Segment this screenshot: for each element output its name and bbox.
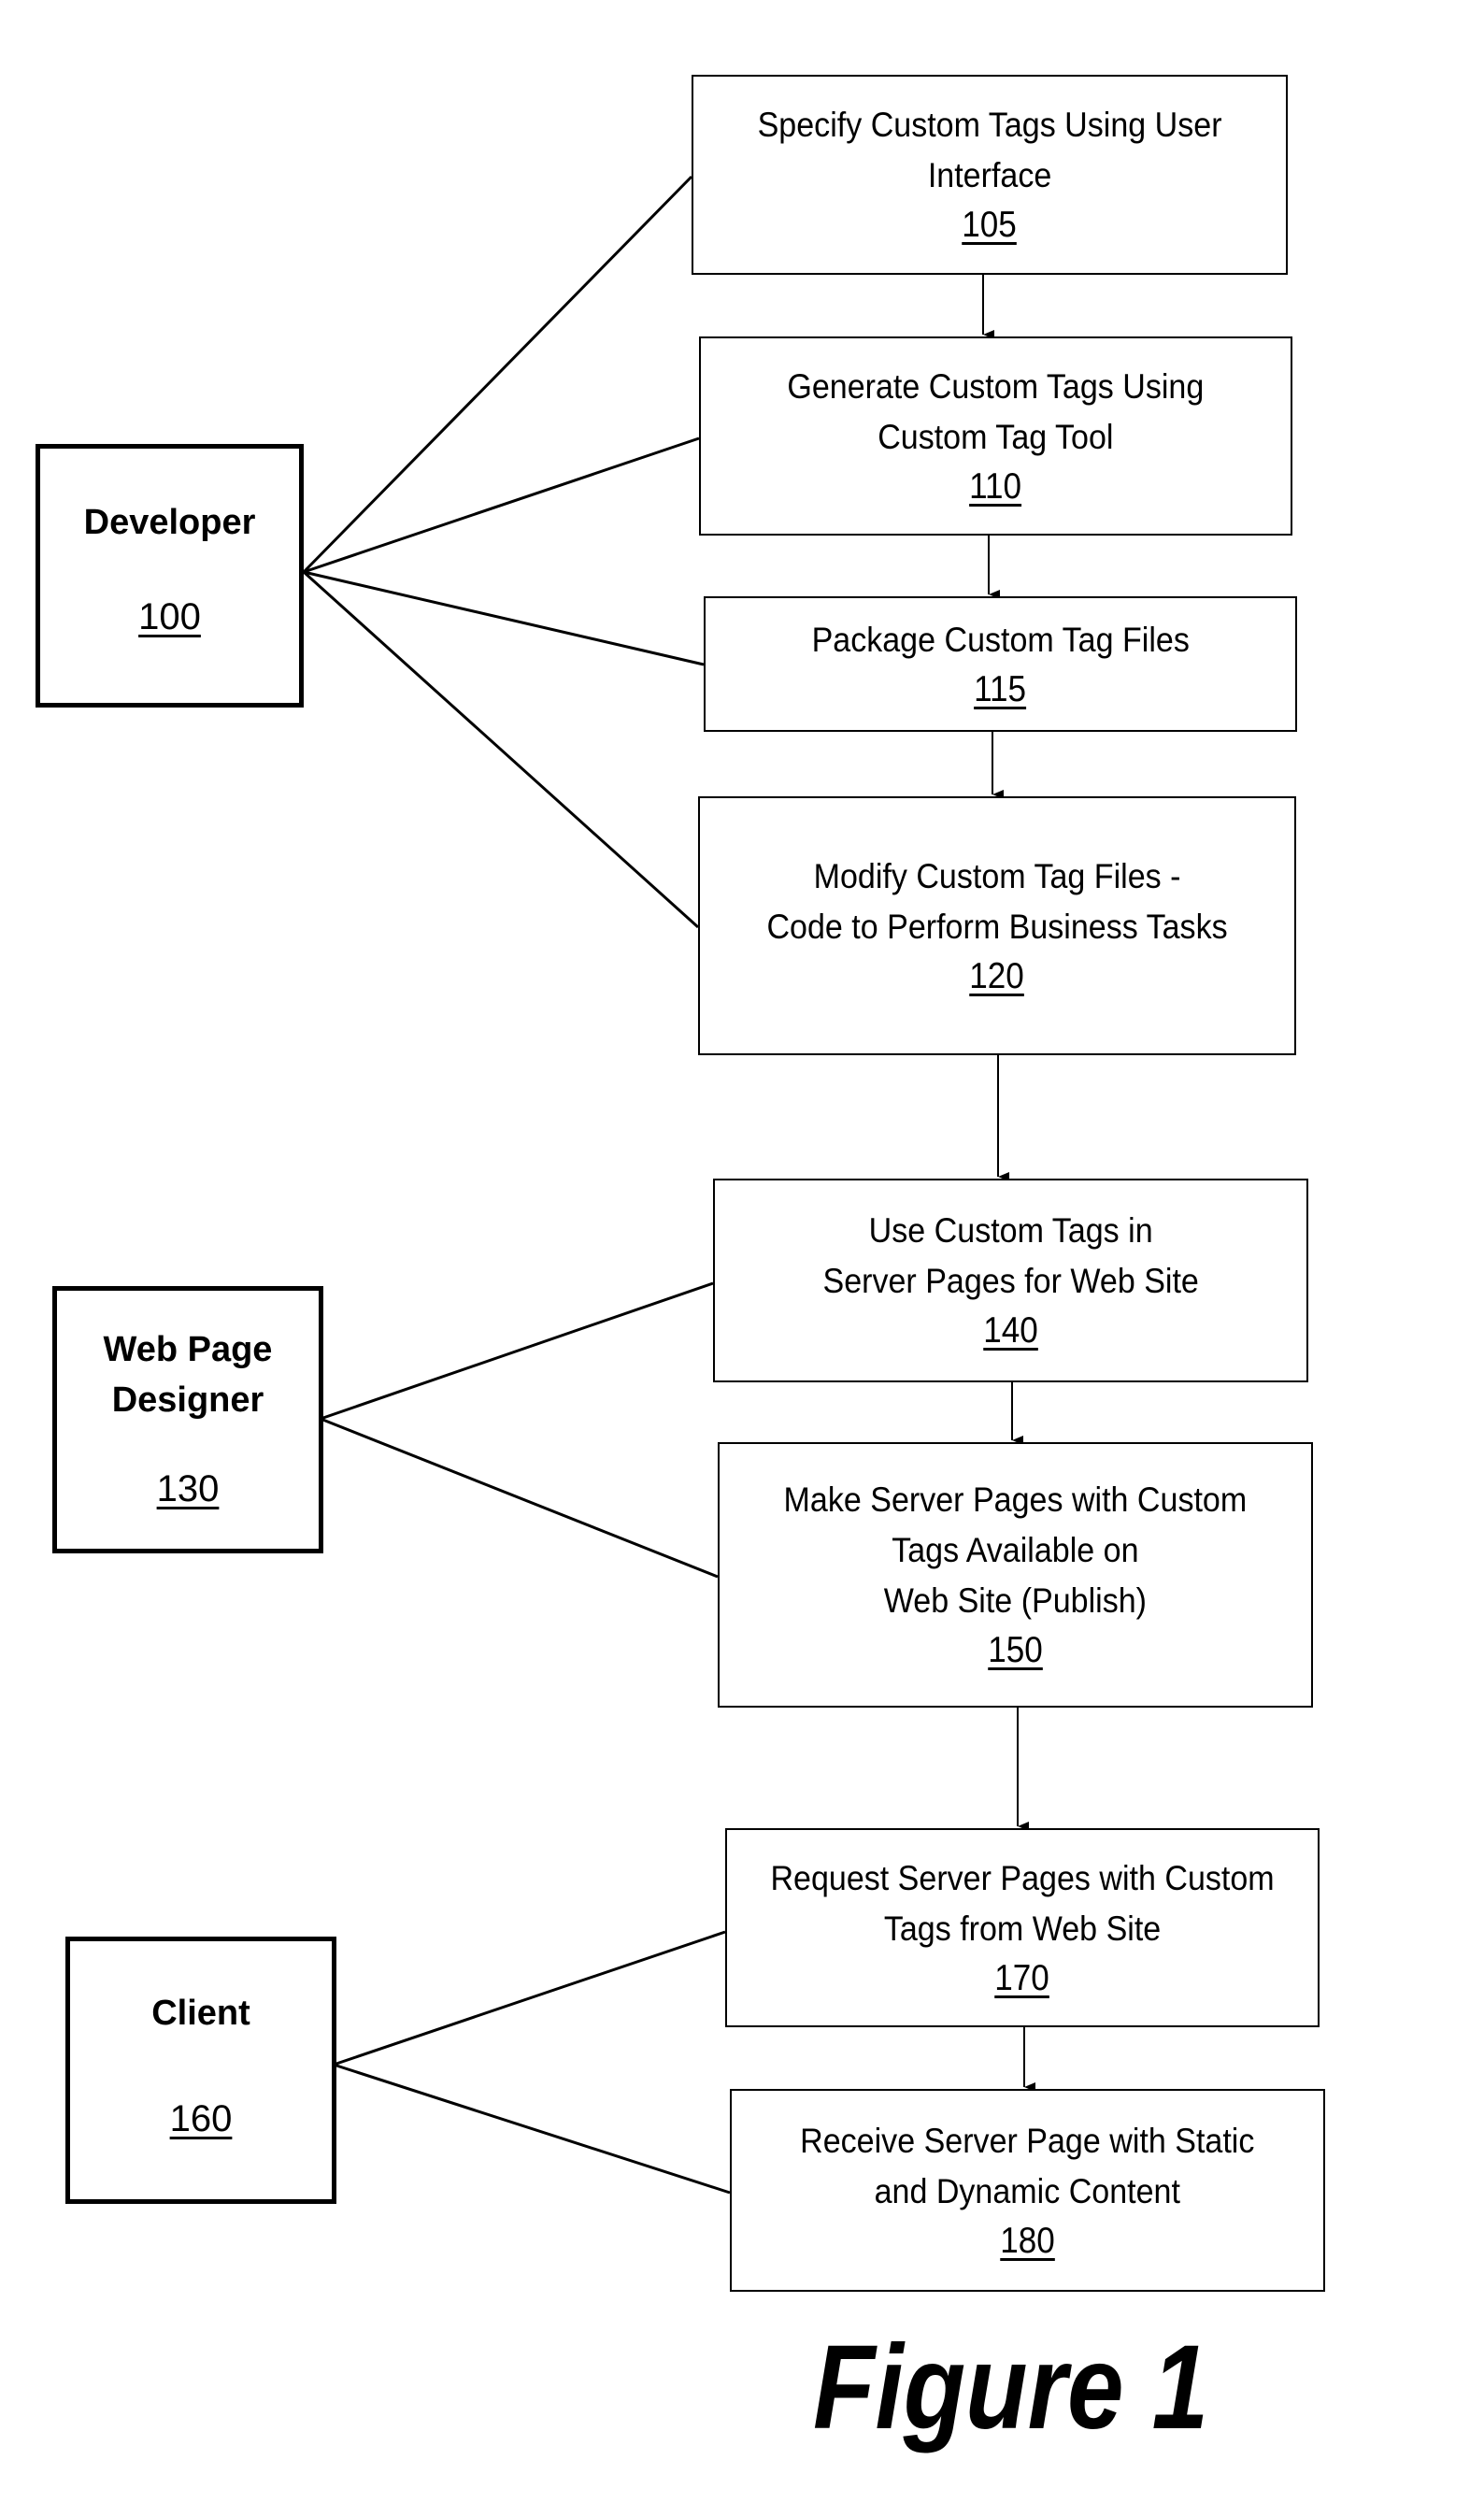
step-number: 180 xyxy=(1000,2220,1055,2261)
step-115: Package Custom Tag Files 115 xyxy=(704,596,1297,732)
actor-number: 160 xyxy=(169,2098,233,2139)
step-140: Use Custom Tags in Server Pages for Web … xyxy=(713,1179,1308,1382)
actor-label: Client xyxy=(151,1994,250,2033)
connector-developer-105 xyxy=(302,175,693,574)
step-110: Generate Custom Tags Using Custom Tag To… xyxy=(699,336,1292,536)
actor-label: Web Page Designer xyxy=(103,1330,273,1420)
step-number: 140 xyxy=(983,1310,1038,1351)
step-number: 170 xyxy=(994,1957,1050,1998)
step-label: Modify Custom Tag Files - Code to Perfor… xyxy=(766,856,1228,946)
step-label: Request Server Pages with Custom Tags fr… xyxy=(770,1858,1275,1948)
step-180: Receive Server Page with Static and Dyna… xyxy=(730,2089,1325,2292)
step-number: 115 xyxy=(974,668,1027,709)
step-label: Receive Server Page with Static and Dyna… xyxy=(800,2121,1255,2210)
step-label: Package Custom Tag Files xyxy=(811,620,1190,659)
connector-designer-150 xyxy=(320,1417,719,1579)
connector-developer-110 xyxy=(303,436,700,574)
step-170: Request Server Pages with Custom Tags fr… xyxy=(725,1828,1320,2027)
developer-connectors xyxy=(302,175,705,929)
actor-developer: Developer 100 xyxy=(36,444,304,708)
step-105: Specify Custom Tags Using User Interface… xyxy=(692,75,1288,275)
step-label: Make Server Pages with Custom Tags Avail… xyxy=(783,1480,1248,1620)
connector-developer-120 xyxy=(302,570,700,929)
step-number: 120 xyxy=(969,955,1025,996)
step-150: Make Server Pages with Custom Tags Avail… xyxy=(718,1442,1313,1708)
client-connectors xyxy=(333,1930,731,2195)
connector-client-170 xyxy=(333,1930,726,2067)
step-label: Generate Custom Tags Using Custom Tag To… xyxy=(787,366,1205,456)
actor-label: Developer xyxy=(83,503,256,542)
designer-connectors xyxy=(320,1281,719,1579)
actor-number: 130 xyxy=(156,1468,220,1509)
connector-designer-140 xyxy=(320,1281,714,1421)
actor-web-page-designer: Web Page Designer 130 xyxy=(52,1286,323,1553)
connector-developer-115 xyxy=(303,570,705,666)
step-label: Specify Custom Tags Using User Interface xyxy=(757,106,1222,194)
step-label: Use Custom Tags in Server Pages for Web … xyxy=(822,1211,1199,1300)
step-120: Modify Custom Tag Files - Code to Perfor… xyxy=(698,796,1296,1055)
step-number: 150 xyxy=(988,1630,1043,1670)
actor-client: Client 160 xyxy=(65,1937,336,2204)
actor-number: 100 xyxy=(138,596,201,637)
connector-client-180 xyxy=(333,2063,731,2195)
step-number: 105 xyxy=(962,205,1018,245)
step-number: 110 xyxy=(969,465,1022,507)
figure-caption: Figure 1 xyxy=(813,2321,1209,2454)
